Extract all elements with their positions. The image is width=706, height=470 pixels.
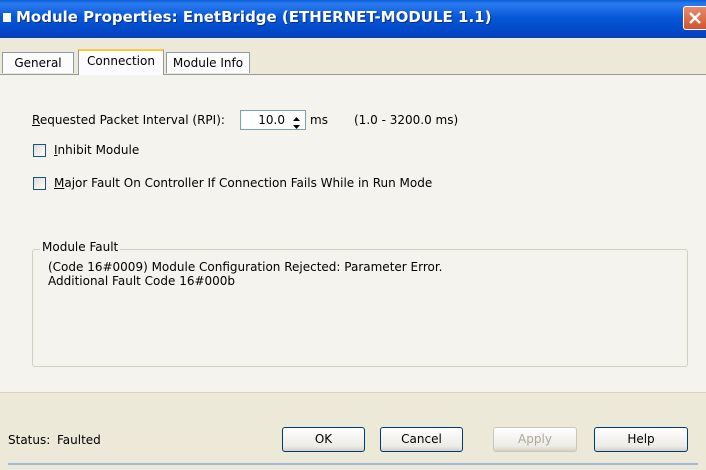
status-label: Status: — [8, 433, 51, 447]
status-value: Faulted — [57, 433, 101, 447]
inhibit-module-checkbox[interactable] — [33, 144, 46, 157]
close-button[interactable] — [683, 6, 706, 30]
spinner-down-icon[interactable] — [289, 120, 304, 129]
major-fault-checkbox[interactable] — [33, 177, 46, 190]
fault-code-line: (Code 16#0009) Module Configuration Reje… — [48, 260, 443, 274]
rpi-input[interactable]: 10.0 — [240, 110, 306, 130]
tab-module-info[interactable]: Module Info — [166, 52, 250, 73]
window-title: Module Properties: EnetBridge (ETHERNET-… — [16, 8, 492, 26]
rpi-range: (1.0 - 3200.0 ms) — [354, 113, 459, 127]
rpi-unit: ms — [310, 113, 328, 127]
cancel-button[interactable]: Cancel — [380, 427, 463, 452]
apply-button[interactable]: Apply — [493, 427, 577, 452]
inhibit-module-label: Inhibit Module — [54, 143, 140, 157]
major-fault-label: Major Fault On Controller If Connection … — [54, 176, 433, 190]
close-icon — [689, 12, 701, 24]
footer-border — [8, 463, 698, 465]
module-fault-title: Module Fault — [40, 240, 121, 254]
divider — [0, 392, 706, 393]
ok-button[interactable]: OK — [282, 427, 365, 452]
spinner-up-icon[interactable] — [289, 112, 304, 121]
tab-strip: General Connection Module Info — [0, 47, 706, 75]
tab-general[interactable]: General — [2, 52, 74, 73]
tab-connection[interactable]: Connection — [78, 49, 164, 75]
rpi-spinner[interactable] — [289, 112, 304, 129]
rpi-label: Requested Packet Interval (RPI): — [32, 113, 225, 127]
additional-fault-line: Additional Fault Code 16#000b — [48, 274, 236, 288]
title-bar[interactable]: Module Properties: EnetBridge (ETHERNET-… — [0, 0, 706, 38]
window-icon — [3, 13, 11, 22]
rpi-value: 10.0 — [258, 113, 285, 127]
help-button[interactable]: Help — [594, 427, 688, 452]
